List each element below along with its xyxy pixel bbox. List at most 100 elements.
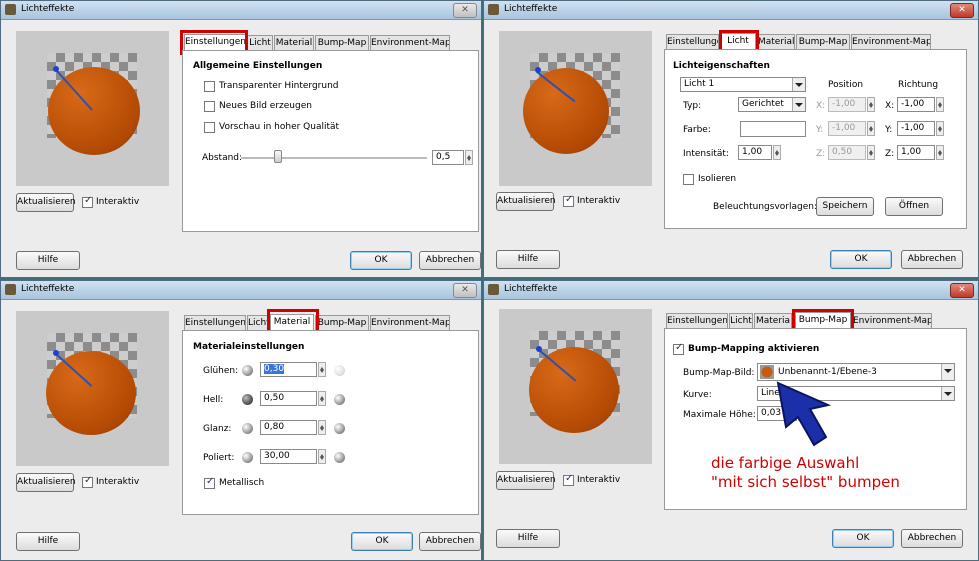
light-handle[interactable] (535, 67, 541, 73)
bright-spinner[interactable] (318, 391, 326, 406)
tab-licht[interactable]: Licht (247, 35, 273, 51)
transparent-bg-checkbox[interactable] (204, 81, 215, 92)
dir-x-input[interactable]: -1,00 (897, 97, 935, 112)
glow-spinner[interactable] (318, 362, 326, 377)
ok-button[interactable]: OK (350, 251, 412, 270)
ok-button[interactable]: OK (830, 250, 892, 269)
dir-x-spinner[interactable] (936, 97, 944, 112)
distance-slider-knob[interactable] (274, 150, 283, 163)
gloss-input[interactable]: 0,80 (260, 420, 317, 435)
close-icon[interactable]: ✕ (950, 283, 974, 298)
dir-y-input[interactable]: -1,00 (897, 121, 935, 136)
chevron-down-icon[interactable] (941, 364, 954, 380)
light-panel: Lichteigenschaften Licht 1 Position Rich… (664, 49, 967, 229)
hq-preview-checkbox[interactable] (204, 122, 215, 133)
cancel-button[interactable]: Abbrechen (901, 250, 963, 269)
tab-bump-map[interactable]: Bump-Map (796, 34, 850, 50)
tab-licht[interactable]: Licht (729, 313, 753, 329)
refresh-button[interactable]: Aktualisieren (16, 473, 76, 492)
close-icon[interactable]: ✕ (950, 3, 974, 18)
interactive-checkbox[interactable] (563, 194, 574, 207)
light-handle[interactable] (53, 66, 59, 72)
intensity-input[interactable]: 1,00 (738, 145, 772, 160)
light-select[interactable]: Licht 1 (680, 77, 806, 92)
polish-input[interactable]: 30,00 (260, 449, 317, 464)
type-select[interactable]: Gerichtet (738, 97, 806, 112)
ok-button[interactable]: OK (832, 529, 894, 548)
direction-label: Richtung (898, 80, 939, 90)
pos-y-label: Y: (816, 125, 824, 135)
pos-z-spinner[interactable] (867, 145, 875, 160)
distance-slider[interactable] (241, 157, 427, 159)
preview-area[interactable] (499, 309, 652, 464)
polish-spinner[interactable] (318, 449, 326, 464)
open-preset-button[interactable]: Öffnen (885, 197, 943, 216)
bump-enable-checkbox[interactable] (673, 342, 684, 355)
bright-input[interactable]: 0,50 (260, 391, 317, 406)
cancel-button[interactable]: Abbrechen (419, 532, 481, 551)
pos-z-input[interactable]: 0,50 (828, 145, 866, 160)
tab-einstellungen[interactable]: Einstellungen (666, 34, 719, 50)
help-button[interactable]: Hilfe (496, 529, 560, 548)
max-height-label: Maximale Höhe: (683, 410, 756, 420)
close-icon[interactable]: ✕ (453, 283, 477, 298)
interactive-checkbox[interactable] (82, 195, 93, 208)
dir-z-spinner[interactable] (936, 145, 944, 160)
tab-material[interactable]: Materia (754, 313, 792, 329)
pos-x-input[interactable]: -1,00 (828, 97, 866, 112)
new-image-checkbox[interactable] (204, 101, 215, 112)
tab-bump-map[interactable]: Bump-Map (315, 315, 369, 331)
pos-y-spinner[interactable] (867, 121, 875, 136)
distance-spinner[interactable] (465, 150, 473, 165)
sphere-high-icon (334, 394, 345, 405)
dir-y-spinner[interactable] (936, 121, 944, 136)
interactive-checkbox[interactable] (82, 475, 93, 488)
isolate-checkbox[interactable] (683, 174, 694, 185)
tab-material[interactable]: Material (757, 34, 795, 50)
color-button[interactable] (740, 121, 806, 137)
tab-bump-map[interactable]: Bump-Map (315, 35, 369, 51)
sphere-low-icon (242, 452, 253, 463)
dir-z-input[interactable]: 1,00 (897, 145, 935, 160)
distance-input[interactable]: 0,5 (432, 150, 464, 165)
help-button[interactable]: Hilfe (16, 532, 80, 551)
chevron-down-icon[interactable] (941, 387, 954, 400)
refresh-button[interactable]: Aktualisieren (496, 471, 556, 490)
glow-input[interactable]: 0,30 (260, 362, 317, 377)
tab-licht[interactable]: Licht (247, 315, 269, 331)
preview-area[interactable] (16, 311, 169, 466)
tab-einstellungen[interactable]: Einstellungen (184, 315, 246, 331)
intensity-spinner[interactable] (773, 145, 781, 160)
refresh-button[interactable]: Aktualisieren (496, 192, 556, 211)
chevron-down-icon[interactable] (792, 78, 805, 91)
pos-y-input[interactable]: -1,00 (828, 121, 866, 136)
save-preset-button[interactable]: Speichern (816, 197, 874, 216)
dir-x-label: X: (885, 101, 895, 111)
pos-x-spinner[interactable] (867, 97, 875, 112)
layer-thumbnail-icon (760, 365, 774, 379)
close-icon[interactable]: ✕ (453, 3, 477, 18)
preview-area[interactable] (16, 31, 169, 186)
bump-image-select[interactable]: Unbenannt-1/Ebene-3 (757, 363, 955, 381)
cancel-button[interactable]: Abbrechen (419, 251, 481, 270)
chevron-down-icon[interactable] (792, 98, 805, 111)
metallic-checkbox[interactable] (204, 476, 215, 489)
refresh-button[interactable]: Aktualisieren (16, 193, 76, 212)
tab-material[interactable]: Material (274, 35, 314, 51)
light-handle[interactable] (536, 346, 542, 352)
tab-environment-map[interactable]: Environment-Map (370, 315, 450, 331)
help-button[interactable]: Hilfe (496, 250, 560, 269)
dir-y-label: Y: (885, 125, 893, 135)
preview-area[interactable] (499, 31, 652, 186)
help-button[interactable]: Hilfe (16, 251, 80, 270)
interactive-checkbox[interactable] (563, 473, 574, 486)
ok-button[interactable]: OK (351, 532, 413, 551)
cancel-button[interactable]: Abbrechen (901, 529, 963, 548)
annotation-text: die farbige Auswahl "mit sich selbst" bu… (711, 454, 900, 492)
tab-einstellungen[interactable]: Einstellungen (666, 313, 728, 329)
tab-environment-map[interactable]: Environment-Map (852, 313, 932, 329)
gloss-spinner[interactable] (318, 420, 326, 435)
tab-environment-map[interactable]: Environment-Map (370, 35, 450, 51)
tab-environment-map[interactable]: Environment-Map (851, 34, 931, 50)
light-handle[interactable] (53, 350, 59, 356)
